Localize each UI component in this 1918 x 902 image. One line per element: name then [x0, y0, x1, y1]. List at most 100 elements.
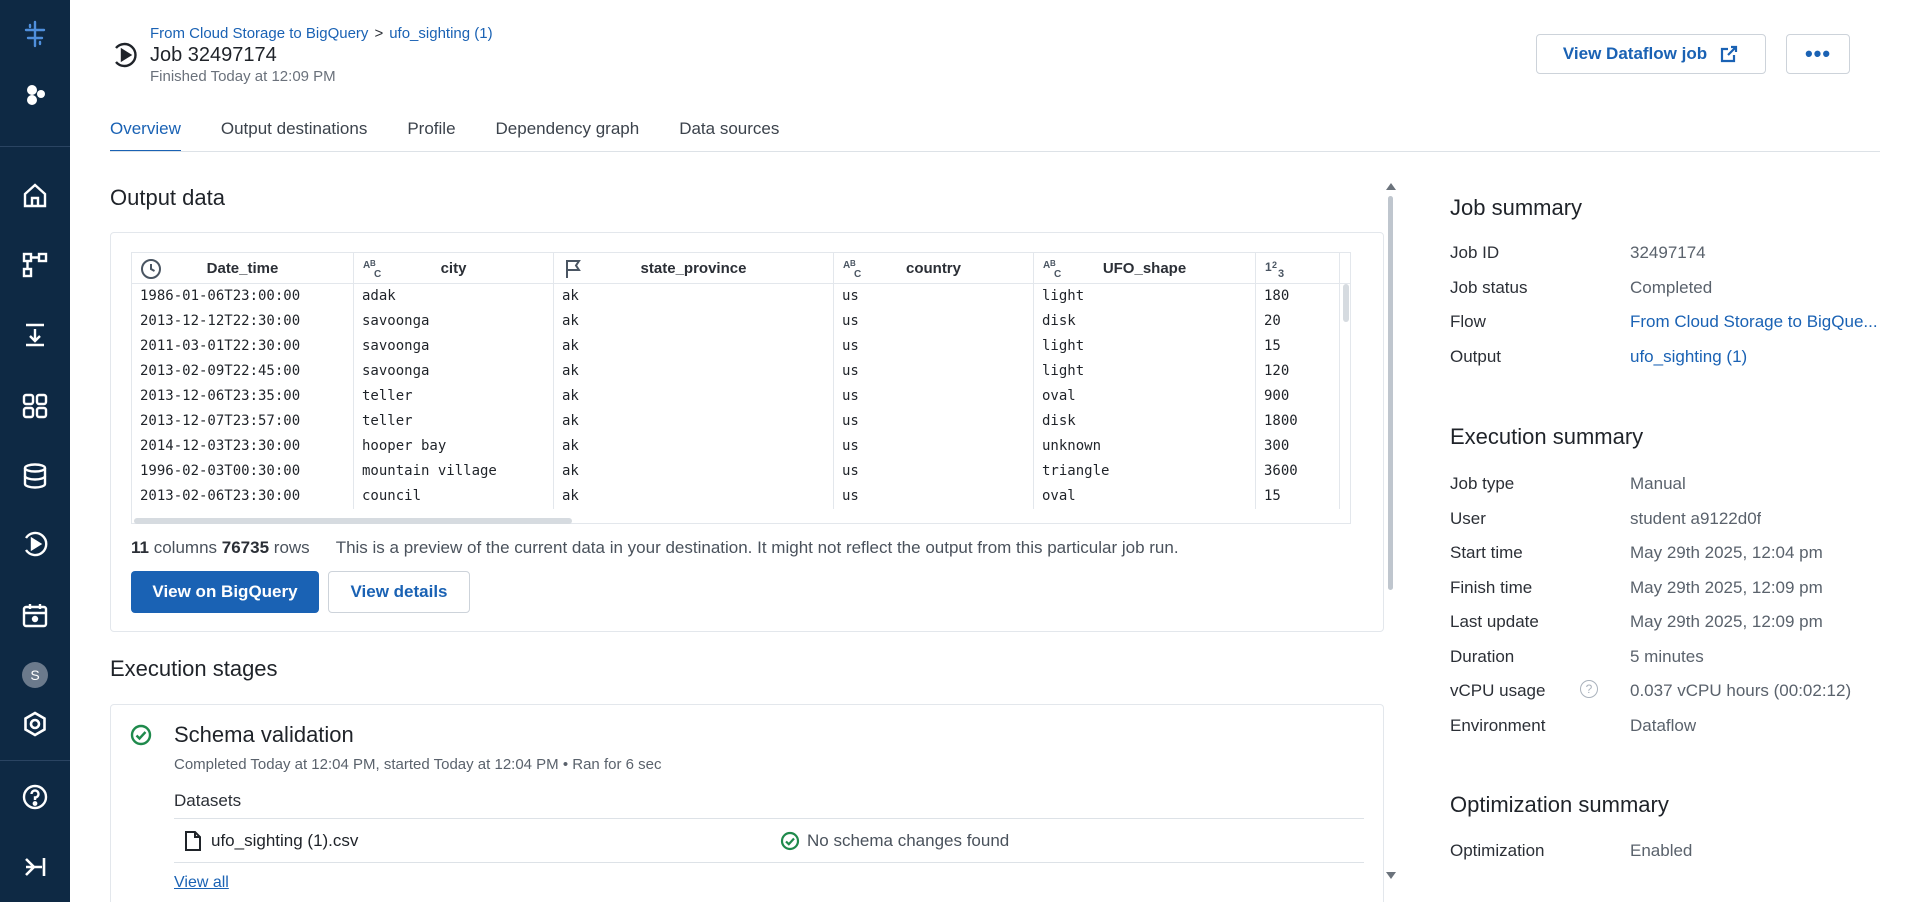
- help-icon[interactable]: [0, 775, 70, 819]
- data-grid[interactable]: Date_time A B C city state_province A B C country…: [131, 252, 1351, 524]
- flows-icon[interactable]: [0, 243, 70, 287]
- view-on-bigquery-button[interactable]: View on BigQuery: [131, 571, 319, 613]
- table-cell[interactable]: ak: [554, 309, 834, 334]
- table-cell[interactable]: savoonga: [354, 359, 554, 384]
- table-cell[interactable]: mountain village: [354, 459, 554, 484]
- jobs-icon[interactable]: [0, 522, 70, 566]
- tab-output-destinations[interactable]: Output destinations: [221, 116, 367, 152]
- column-header[interactable]: A B C city: [354, 253, 554, 283]
- table-cell[interactable]: 120: [1256, 359, 1340, 384]
- table-cell[interactable]: us: [834, 284, 1034, 309]
- table-cell[interactable]: 15: [1256, 484, 1340, 509]
- imports-icon[interactable]: [0, 313, 70, 357]
- column-header[interactable]: Date_time: [132, 253, 354, 283]
- apps-icon[interactable]: [0, 73, 70, 117]
- table-cell[interactable]: 180: [1256, 284, 1340, 309]
- breadcrumb-flow-link[interactable]: From Cloud Storage to BigQuery: [150, 25, 368, 42]
- table-cell[interactable]: ak: [554, 459, 834, 484]
- table-cell[interactable]: ak: [554, 284, 834, 309]
- table-cell[interactable]: light: [1034, 334, 1256, 359]
- table-cell[interactable]: ak: [554, 334, 834, 359]
- table-cell[interactable]: savoonga: [354, 334, 554, 359]
- table-cell[interactable]: us: [834, 434, 1034, 459]
- table-cell[interactable]: us: [834, 409, 1034, 434]
- table-cell[interactable]: disk: [1034, 309, 1256, 334]
- job-finished-time: Finished Today at 12:09 PM: [150, 68, 336, 85]
- table-cell[interactable]: disk: [1034, 409, 1256, 434]
- table-cell[interactable]: ak: [554, 484, 834, 509]
- table-cell[interactable]: us: [834, 459, 1034, 484]
- column-header[interactable]: 123: [1256, 253, 1340, 283]
- table-cell[interactable]: us: [834, 359, 1034, 384]
- tab-profile[interactable]: Profile: [407, 116, 455, 152]
- column-header[interactable]: state_province: [554, 253, 834, 283]
- table-cell[interactable]: 2013-12-12T22:30:00: [132, 309, 354, 334]
- table-cell[interactable]: teller: [354, 409, 554, 434]
- table-cell[interactable]: 2013-12-06T23:35:00: [132, 384, 354, 409]
- table-cell[interactable]: savoonga: [354, 309, 554, 334]
- table-cell[interactable]: 2013-12-07T23:57:00: [132, 409, 354, 434]
- avatar[interactable]: S: [0, 653, 70, 697]
- grid-horizontal-scrollbar[interactable]: [134, 518, 572, 524]
- logo-icon[interactable]: [0, 12, 70, 56]
- view-dataflow-job-button[interactable]: View Dataflow job: [1536, 34, 1766, 74]
- summary-link[interactable]: From Cloud Storage to BigQue...: [1630, 312, 1878, 332]
- scroll-down-arrow[interactable]: [1386, 872, 1396, 879]
- table-cell[interactable]: ak: [554, 384, 834, 409]
- more-icon: •••: [1804, 41, 1832, 66]
- library-icon[interactable]: [0, 384, 70, 428]
- table-cell[interactable]: adak: [354, 284, 554, 309]
- expand-icon[interactable]: [0, 845, 70, 889]
- table-cell[interactable]: ak: [554, 409, 834, 434]
- view-all-link[interactable]: View all: [174, 874, 229, 892]
- table-cell[interactable]: 15: [1256, 334, 1340, 359]
- dataset-name: ufo_sighting (1).csv: [211, 831, 359, 850]
- summary-value: 0.037 vCPU hours (00:02:12): [1630, 681, 1852, 700]
- table-cell[interactable]: light: [1034, 284, 1256, 309]
- table-cell[interactable]: light: [1034, 359, 1256, 384]
- table-cell[interactable]: 2011-03-01T22:30:00: [132, 334, 354, 359]
- breadcrumb-output-link[interactable]: ufo_sighting (1): [389, 25, 492, 42]
- main-scrollbar[interactable]: [1388, 196, 1393, 590]
- table-cell[interactable]: ak: [554, 434, 834, 459]
- tab-dependency-graph[interactable]: Dependency graph: [496, 116, 640, 152]
- table-cell[interactable]: us: [834, 334, 1034, 359]
- help-icon[interactable]: ?: [1580, 680, 1598, 698]
- tab-overview[interactable]: Overview: [110, 116, 181, 152]
- table-cell[interactable]: council: [354, 484, 554, 509]
- table-cell[interactable]: 1986-01-06T23:00:00: [132, 284, 354, 309]
- table-cell[interactable]: 1800: [1256, 409, 1340, 434]
- table-cell[interactable]: oval: [1034, 384, 1256, 409]
- table-cell[interactable]: teller: [354, 384, 554, 409]
- table-cell[interactable]: hooper bay: [354, 434, 554, 459]
- table-cell[interactable]: us: [834, 384, 1034, 409]
- column-header[interactable]: A B C country: [834, 253, 1034, 283]
- column-header[interactable]: A B C UFO_shape: [1034, 253, 1256, 283]
- summary-link[interactable]: ufo_sighting (1): [1630, 347, 1747, 367]
- tab-data-sources[interactable]: Data sources: [679, 116, 779, 152]
- table-cell[interactable]: oval: [1034, 484, 1256, 509]
- table-cell[interactable]: unknown: [1034, 434, 1256, 459]
- home-icon[interactable]: [0, 173, 70, 217]
- connections-icon[interactable]: [0, 454, 70, 498]
- summary-row: Last update May 29th 2025, 12:09 pm: [1450, 612, 1890, 634]
- svg-text:B: B: [370, 259, 376, 268]
- table-cell[interactable]: 900: [1256, 384, 1340, 409]
- table-cell[interactable]: 20: [1256, 309, 1340, 334]
- settings-icon[interactable]: [0, 702, 70, 746]
- table-cell[interactable]: 2013-02-06T23:30:00: [132, 484, 354, 509]
- grid-vertical-scrollbar[interactable]: [1343, 284, 1349, 322]
- schedule-icon[interactable]: [0, 593, 70, 637]
- scroll-up-arrow[interactable]: [1386, 183, 1396, 190]
- table-cell[interactable]: 1996-02-03T00:30:00: [132, 459, 354, 484]
- more-options-button[interactable]: •••: [1786, 34, 1850, 74]
- table-cell[interactable]: 300: [1256, 434, 1340, 459]
- table-cell[interactable]: us: [834, 484, 1034, 509]
- table-cell[interactable]: 2014-12-03T23:30:00: [132, 434, 354, 459]
- view-details-button[interactable]: View details: [328, 571, 470, 613]
- table-cell[interactable]: triangle: [1034, 459, 1256, 484]
- table-cell[interactable]: 3600: [1256, 459, 1340, 484]
- table-cell[interactable]: 2013-02-09T22:45:00: [132, 359, 354, 384]
- table-cell[interactable]: us: [834, 309, 1034, 334]
- table-cell[interactable]: ak: [554, 359, 834, 384]
